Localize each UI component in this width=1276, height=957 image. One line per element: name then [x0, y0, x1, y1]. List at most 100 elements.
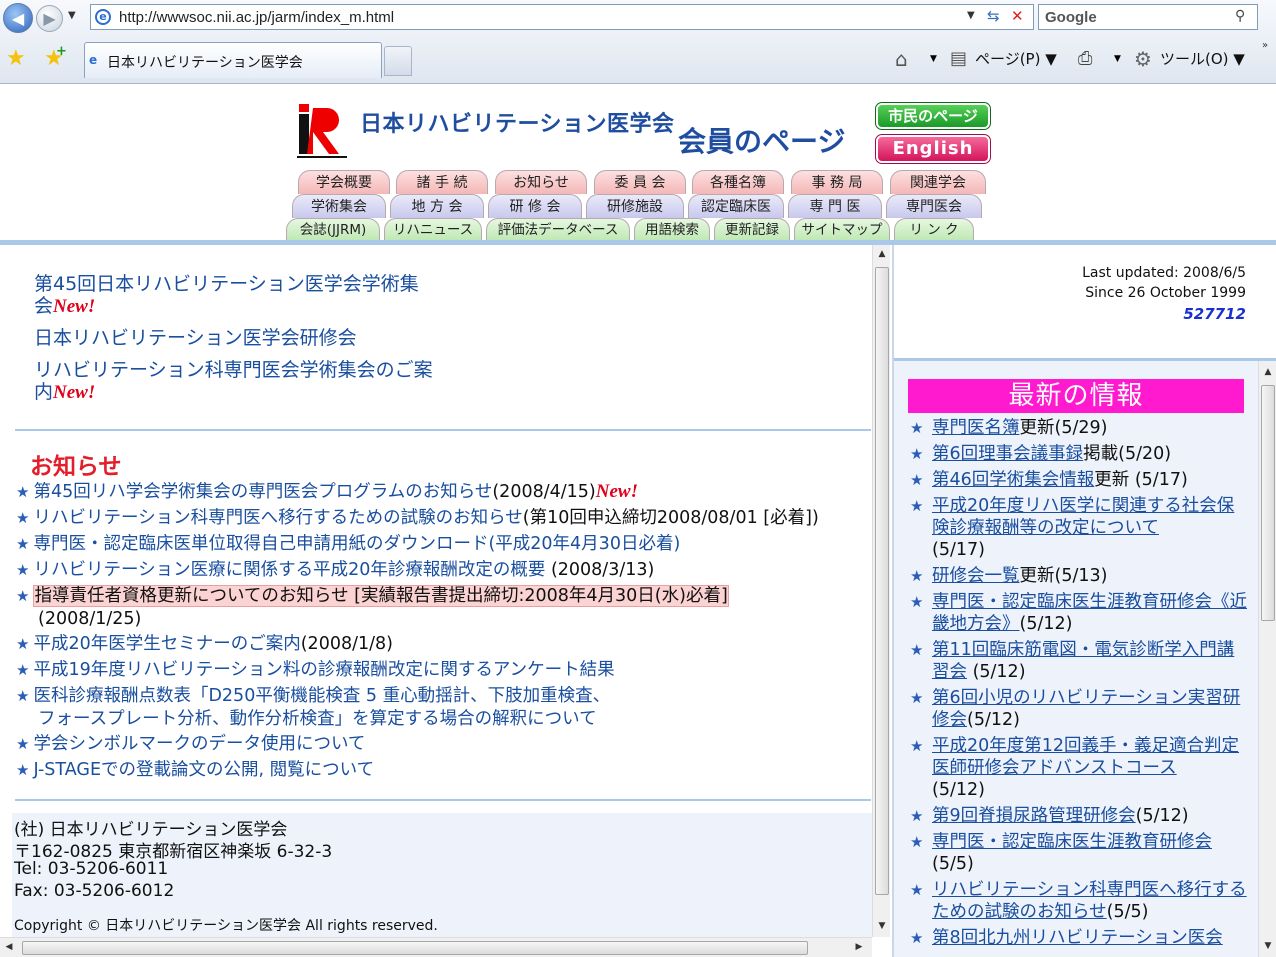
search-icon[interactable]: ⚲	[1235, 8, 1245, 24]
forward-button[interactable]: ▶	[36, 5, 63, 32]
featured-link[interactable]: 第45回日本リハビリテーション医学会学術集会New!	[34, 273, 434, 318]
info-item[interactable]: ★ 専門医・認定臨床医生涯教育研修会 (5/5)	[908, 831, 1248, 875]
scroll-right-icon[interactable]: ▶	[850, 942, 868, 952]
nav-tab[interactable]: 学会概要	[298, 170, 390, 194]
nav-tab[interactable]: 地 方 会	[390, 194, 484, 218]
news-item[interactable]: ★ 指導責任者資格更新についてのお知らせ [実績報告書提出締切:2008年4月30…	[16, 585, 729, 608]
nav-tab[interactable]: 評価法データベース	[486, 218, 630, 240]
print-dropdown-icon[interactable]: ▼	[1114, 54, 1121, 64]
nav-tab[interactable]: リハニュース	[384, 218, 482, 240]
scroll-down-icon[interactable]: ▼	[873, 921, 891, 931]
citizen-page-button[interactable]: 市民のページ	[875, 102, 991, 130]
news-link[interactable]: フォースプレート分析、動作分析検査」を算定する場合の解釈について	[38, 709, 597, 729]
info-link[interactable]: 平成20年度リハ医学に関連する社会保険診療報酬等の改定について	[932, 496, 1234, 538]
scroll-thumb[interactable]	[875, 267, 889, 895]
news-item[interactable]: ★ 第45回リハ学会学術集会の専門医会プログラムのお知らせ(2008/4/15)N…	[16, 481, 638, 504]
info-item[interactable]: ★ 専門医・認定臨床医生涯教育研修会《近畿地方会》(5/12)	[908, 591, 1248, 635]
sidebar-vertical-scrollbar[interactable]: ▲ ▼	[1258, 361, 1276, 957]
news-item[interactable]: ★ J-STAGEでの登載論文の公開, 閲覧について	[16, 759, 374, 782]
news-link[interactable]: 学会シンボルマークのデータ使用について	[33, 734, 365, 754]
refresh-icon[interactable]: ⇆	[987, 7, 1000, 25]
nav-tab[interactable]: 専 門 医	[788, 194, 882, 218]
news-link[interactable]: リハビリテーション医療に関係する平成20年診療報酬改定の概要	[33, 560, 545, 580]
scroll-up-icon[interactable]: ▲	[1259, 367, 1276, 377]
info-item[interactable]: ★ 第9回脊損尿路管理研修会(5/12)	[908, 805, 1248, 827]
address-bar[interactable]: e http://wwwsoc.nii.ac.jp/jarm/index_m.h…	[90, 4, 1034, 30]
scroll-up-icon[interactable]: ▲	[873, 249, 891, 259]
info-item[interactable]: ★ リハビリテーション科専門医へ移行するための試験のお知らせ(5/5)	[908, 879, 1248, 923]
page-menu[interactable]: ページ(P) ▼	[975, 48, 1057, 69]
info-link[interactable]: 第46回学術集会情報	[932, 470, 1094, 490]
news-link[interactable]: 平成20年医学生セミナーのご案内	[33, 634, 300, 654]
news-item[interactable]: ★ 専門医・認定臨床医単位取得自己申請用紙のダウンロード(平成20年4月30日必着…	[16, 533, 680, 556]
address-url[interactable]: http://wwwsoc.nii.ac.jp/jarm/index_m.htm…	[119, 9, 394, 26]
nav-tab[interactable]: 用語検索	[634, 218, 710, 240]
home-icon[interactable]: ⌂	[895, 47, 908, 71]
nav-tab[interactable]: 諸 手 続	[396, 170, 488, 194]
nav-tab[interactable]: 会誌(JJRM)	[286, 218, 380, 240]
info-link[interactable]: 平成20年度第12回義手・義足適合判定医師研修会アドバンストコース	[932, 736, 1239, 778]
info-link[interactable]: 第8回北九州リハビリテーション医会	[932, 928, 1223, 948]
tools-menu[interactable]: ツール(O) ▼	[1160, 48, 1245, 69]
nav-tab[interactable]: 学術集会	[292, 194, 386, 218]
info-link[interactable]: 第9回脊損尿路管理研修会	[932, 806, 1136, 826]
print-icon[interactable]: ⎙	[1078, 48, 1092, 69]
back-button[interactable]: ◀	[3, 3, 33, 33]
nav-tab[interactable]: 各種名簿	[692, 170, 784, 194]
stop-icon[interactable]: ✕	[1011, 7, 1024, 25]
info-item[interactable]: ★ 第6回小児のリハビリテーション実習研修会(5/12)	[908, 687, 1248, 731]
english-button[interactable]: English	[875, 134, 991, 164]
search-input[interactable]: Google	[1045, 9, 1097, 26]
info-link[interactable]: 研修会一覧	[932, 566, 1020, 586]
featured-link[interactable]: リハビリテーション科専門医会学術集会のご案内New!	[34, 359, 434, 404]
scroll-thumb[interactable]	[1261, 385, 1275, 621]
info-link[interactable]: 専門医・認定臨床医生涯教育研修会	[932, 832, 1212, 852]
info-link[interactable]: 専門医・認定臨床医生涯教育研修会《近畿地方会》	[932, 592, 1247, 634]
nav-tab[interactable]: 事 務 局	[791, 170, 883, 194]
favorites-star-icon[interactable]: ★	[6, 46, 26, 71]
nav-tab[interactable]: 研 修 会	[488, 194, 582, 218]
nav-tab[interactable]: リ ン ク	[894, 218, 974, 240]
info-item[interactable]: ★ 第6回理事会議事録掲載(5/20)	[908, 443, 1248, 465]
address-dropdown-icon[interactable]: ▼	[967, 10, 975, 21]
scroll-left-icon[interactable]: ◀	[0, 942, 18, 952]
browser-tab[interactable]: e 日本リハビリテーション医学会	[84, 42, 382, 78]
society-logo[interactable]	[295, 102, 349, 162]
news-link[interactable]: 医科診療報酬点数表「D250平衡機能検査 5 重心動揺計、下肢加重検査、	[33, 686, 610, 706]
news-item-continuation[interactable]: フォースプレート分析、動作分析検査」を算定する場合の解釈について	[38, 708, 597, 731]
info-item[interactable]: ★ 平成20年度リハ医学に関連する社会保険診療報酬等の改定について (5/17)	[908, 495, 1248, 561]
new-tab-button[interactable]	[384, 46, 412, 76]
nav-tab[interactable]: 委 員 会	[594, 170, 686, 194]
news-item[interactable]: ★ リハビリテーション医療に関係する平成20年診療報酬改定の概要 (2008/3/…	[16, 559, 654, 582]
info-item[interactable]: ★ 平成20年度第12回義手・義足適合判定医師研修会アドバンストコース (5/12)	[908, 735, 1248, 801]
info-item[interactable]: ★ 第8回北九州リハビリテーション医会	[908, 927, 1248, 949]
news-item[interactable]: ★ リハビリテーション科専門医へ移行するための試験のお知らせ(第10回申込締切20…	[16, 507, 819, 530]
news-link[interactable]: リハビリテーション科専門医へ移行するための試験のお知らせ	[33, 508, 522, 528]
info-item[interactable]: ★ 第46回学術集会情報更新 (5/17)	[908, 469, 1248, 491]
nav-tab[interactable]: サイトマップ	[794, 218, 890, 240]
news-item[interactable]: ★ 医科診療報酬点数表「D250平衡機能検査 5 重心動揺計、下肢加重検査、	[16, 685, 610, 708]
home-dropdown-icon[interactable]: ▼	[930, 54, 937, 64]
info-link[interactable]: リハビリテーション科専門医へ移行するための試験のお知らせ	[932, 880, 1247, 922]
nav-tab[interactable]: 更新記録	[714, 218, 790, 240]
news-link[interactable]: 第45回リハ学会学術集会の専門医会プログラムのお知らせ	[33, 482, 492, 502]
search-box[interactable]: Google ⚲	[1038, 4, 1258, 30]
featured-link-text[interactable]: 日本リハビリテーション医学会研修会	[34, 327, 357, 349]
info-link[interactable]: 第6回理事会議事録	[932, 444, 1083, 464]
main-vertical-scrollbar[interactable]: ▲ ▼	[872, 245, 890, 937]
nav-tab[interactable]: お知らせ	[495, 170, 587, 194]
info-item[interactable]: ★ 第11回臨床筋電図・電気診断学入門講習会 (5/12)	[908, 639, 1248, 683]
news-link[interactable]: 専門医・認定臨床医単位取得自己申請用紙のダウンロード(平成20年4月30日必着)	[33, 534, 680, 554]
news-link-highlighted[interactable]: 指導責任者資格更新についてのお知らせ [実績報告書提出締切:2008年4月30日…	[33, 585, 729, 607]
news-link[interactable]: J-STAGEでの登載論文の公開, 閲覧について	[33, 760, 374, 780]
nav-tab[interactable]: 関連学会	[890, 170, 986, 194]
news-item[interactable]: ★ 学会シンボルマークのデータ使用について	[16, 733, 365, 756]
nav-tab[interactable]: 研修施設	[586, 194, 684, 218]
news-item[interactable]: ★ 平成19年度リハビリテーション料の診療報酬改定に関するアンケート結果	[16, 659, 615, 682]
scroll-down-icon[interactable]: ▼	[1259, 941, 1276, 951]
scroll-thumb[interactable]	[22, 941, 808, 955]
info-item[interactable]: ★ 研修会一覧更新(5/13)	[908, 565, 1248, 587]
chevron-more-icon[interactable]: »	[1262, 40, 1268, 51]
main-horizontal-scrollbar[interactable]: ◀ ▶	[0, 937, 872, 957]
news-link[interactable]: 平成19年度リハビリテーション料の診療報酬改定に関するアンケート結果	[33, 660, 614, 680]
